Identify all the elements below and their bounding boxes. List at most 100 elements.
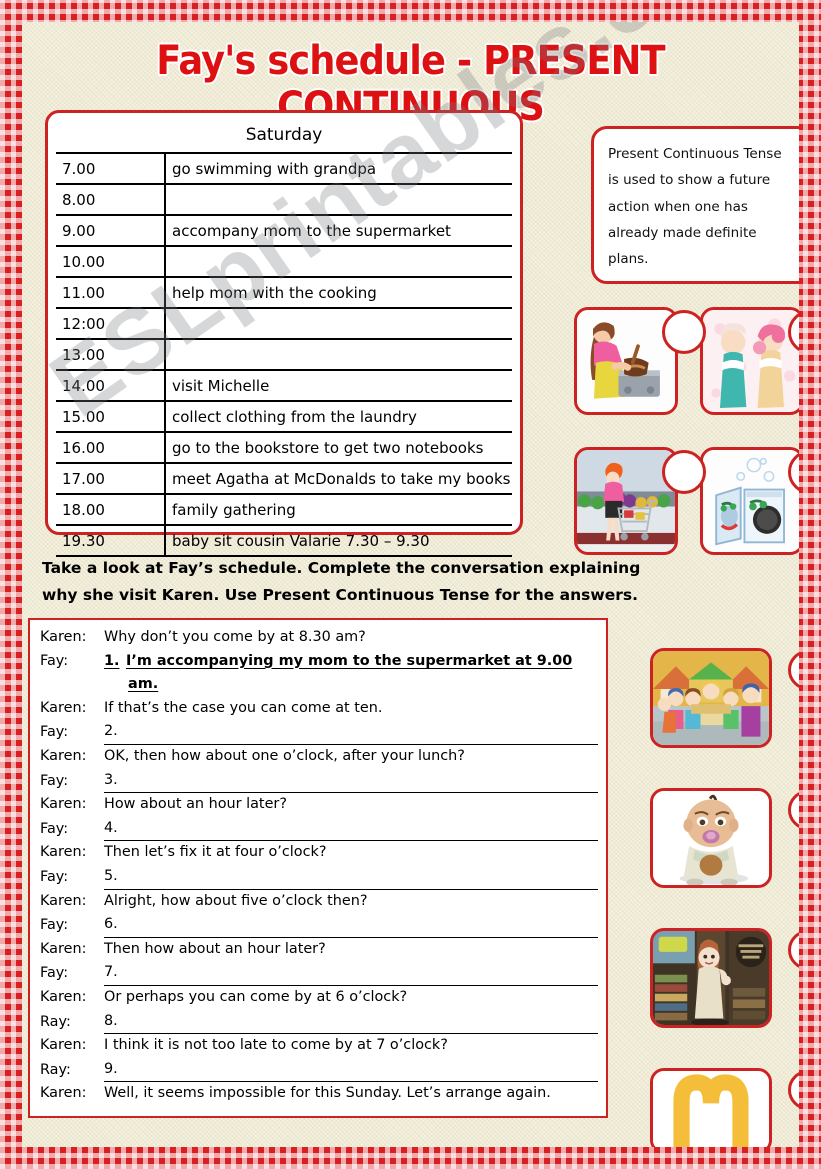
schedule-time-cell: 15.00 <box>56 400 166 432</box>
dialogue-answer-blank[interactable]: 7. <box>104 961 598 986</box>
dialogue-row: Karen: OK, then how about one o’clock, af… <box>40 745 598 769</box>
dialogue-row[interactable]: Fay: 3. <box>40 769 598 794</box>
schedule-row: 14.00 visit Michelle <box>56 369 512 401</box>
dialogue-text-span: Why don’t you come by at 8.30 am? <box>104 629 366 645</box>
friends-illustration <box>703 310 799 412</box>
bookstore-number-circle[interactable] <box>788 930 799 970</box>
schedule-table: 7.00 go swimming with grandpa 8.00 9.00 acco… <box>56 152 512 557</box>
dialogue-speaker: Ray: <box>40 1013 71 1030</box>
dialogue-row[interactable]: Ray: 8. <box>40 1010 598 1035</box>
schedule-time-cell: 17.00 <box>56 462 166 494</box>
dialogue-speaker: Karen: <box>40 940 87 957</box>
grammar-note-line: Present Continuous Tense <box>608 146 782 162</box>
dialogue-answer-number: 5. <box>104 867 118 884</box>
instructions: Take a look at Fay’s schedule. Complete … <box>42 555 662 608</box>
dialogue-text-span: How about an hour later? <box>104 796 287 813</box>
schedule-row: 11.00 help mom with the cooking <box>56 276 512 308</box>
cooking-number-circle[interactable] <box>662 310 706 354</box>
schedule-row: 10.00 <box>56 245 512 277</box>
family-gathering-number-circle[interactable] <box>788 650 799 690</box>
schedule-activity-cell <box>165 338 512 370</box>
schedule-time-cell: 8.00 <box>56 183 166 215</box>
baby-picture <box>650 788 772 888</box>
schedule-time-cell: 14.00 <box>56 369 166 401</box>
dialogue-speaker: Fay: <box>40 965 69 982</box>
dialogue-speaker: Karen: <box>40 1085 87 1102</box>
dialogue-answer-blank[interactable]: 4. <box>104 817 598 842</box>
supermarket-picture <box>574 447 678 555</box>
dialogue-text-span: Then let’s fix it at four o’clock? <box>104 844 327 861</box>
mcdonalds-picture <box>650 1068 772 1147</box>
dialogue-speaker: Fay: <box>40 772 69 789</box>
schedule-day-header: Saturday <box>245 125 323 145</box>
supermarket-illustration <box>577 450 675 552</box>
dialogue-row[interactable]: Fay: 6. <box>40 913 598 938</box>
dialogue-row: Karen: Then how about an hour later? <box>40 938 598 962</box>
schedule-row: 16.00 go to the bookstore to get two note… <box>56 431 512 463</box>
schedule-activity-cell: baby sit cousin Valarie 7.30 – 9.30 <box>165 524 512 557</box>
dialogue-row[interactable]: Fay: 4. <box>40 817 598 842</box>
dialogue-speaker: Fay: <box>40 652 69 669</box>
dialogue-text-span: Then how about an hour later? <box>104 940 326 957</box>
dialogue-text-span: Or perhaps you can come by at 6 o’clock? <box>104 988 408 1005</box>
dialogue-text: Alright, how about five o’clock then? <box>104 890 598 914</box>
dialogue-text: OK, then how about one o’clock, after yo… <box>104 745 598 769</box>
instructions-line-2: why she visit Karen. Use Present Continu… <box>42 585 638 604</box>
schedule-activity-cell: family gathering <box>165 493 512 525</box>
dialogue-row: Karen: How about an hour later? <box>40 793 598 817</box>
laundry-picture <box>700 447 799 555</box>
dialogue-speaker: Fay: <box>40 820 69 837</box>
dialogue-speaker: Karen: <box>40 796 87 813</box>
schedule-activity-cell: go swimming with grandpa <box>165 152 512 184</box>
dialogue-answer-blank[interactable]: 3. <box>104 769 598 794</box>
dialogue-answer-blank[interactable]: 2. <box>104 720 598 745</box>
schedule-time-cell: 7.00 <box>56 152 166 184</box>
mcdonalds-number-circle[interactable] <box>788 1070 799 1110</box>
dialogue-speaker: Karen: <box>40 629 87 645</box>
supermarket-number-circle[interactable] <box>662 450 706 494</box>
instructions-line-1: Take a look at Fay’s schedule. Complete … <box>42 559 641 577</box>
baby-number-circle[interactable] <box>788 790 799 830</box>
dialogue-answer-blank[interactable]: 6. <box>104 913 598 938</box>
dialogue-row: Karen: If that’s the case you can come at… <box>40 697 598 721</box>
cooking-illustration <box>577 310 675 412</box>
dialogue-answer-blank[interactable]: 8. <box>104 1010 598 1035</box>
dialogue-speaker: Karen: <box>40 699 87 716</box>
dialogue-speaker: Karen: <box>40 1037 87 1054</box>
grammar-note-line: plans. <box>608 251 649 268</box>
schedule-box: Saturday 7.00 go swimming with grandpa 8.0… <box>45 110 523 557</box>
schedule-time-cell: 13.00 <box>56 338 166 370</box>
mcdonalds-arches-icon <box>653 1071 769 1147</box>
dialogue-answer-blank[interactable]: 9. <box>104 1058 598 1083</box>
dialogue-answer-number: 3. <box>104 771 118 788</box>
family-gathering-picture <box>650 648 772 748</box>
schedule-row: 7.00 go swimming with grandpa <box>56 152 512 184</box>
grammar-note-box: Present Continuous Tense is used to show … <box>591 126 799 284</box>
dialogue-row[interactable]: Fay: 2. <box>40 720 598 745</box>
grammar-note-line: action when one has <box>608 198 748 215</box>
dialogue-answer-number: 8. <box>104 1012 118 1029</box>
dialogue-row[interactable]: Fay: 7. <box>40 961 598 986</box>
dialogue-text: How about an hour later? <box>104 793 598 817</box>
laundry-illustration <box>703 450 799 552</box>
dialogue-row: Karen: I think it is not too late to come… <box>40 1034 598 1058</box>
dialogue-answer-number: 2. <box>104 723 118 740</box>
dialogue-answer-number: 1. <box>104 652 120 669</box>
schedule-activity-cell: help mom with the cooking <box>165 276 512 308</box>
bookstore-illustration <box>653 931 769 1025</box>
dialogue-speaker: Karen: <box>40 892 87 909</box>
dialogue-row[interactable]: Fay: 5. <box>40 865 598 890</box>
dialogue-text: Or perhaps you can come by at 6 o’clock? <box>104 986 598 1010</box>
schedule-activity-cell: collect clothing from the laundry <box>165 400 512 432</box>
dialogue-speaker: Fay: <box>40 868 69 885</box>
family-gathering-illustration <box>653 651 769 745</box>
dialogue-answer-blank[interactable]: 5. <box>104 865 598 890</box>
schedule-activity-cell <box>165 245 512 277</box>
dialogue-row: Karen: Then let’s fix it at four o’clock? <box>40 841 598 865</box>
dialogue-text: Why don’t you come by at 8.30 am? <box>104 626 598 650</box>
dialogue-text: Then let’s fix it at four o’clock? <box>104 841 598 865</box>
dialogue-row[interactable]: Ray: 9. <box>40 1058 598 1083</box>
dialogue-row: Karen: Why don’t you come by at 8.30 am? <box>40 626 598 650</box>
schedule-time-cell: 10.00 <box>56 245 166 277</box>
schedule-activity-cell: visit Michelle <box>165 369 512 401</box>
